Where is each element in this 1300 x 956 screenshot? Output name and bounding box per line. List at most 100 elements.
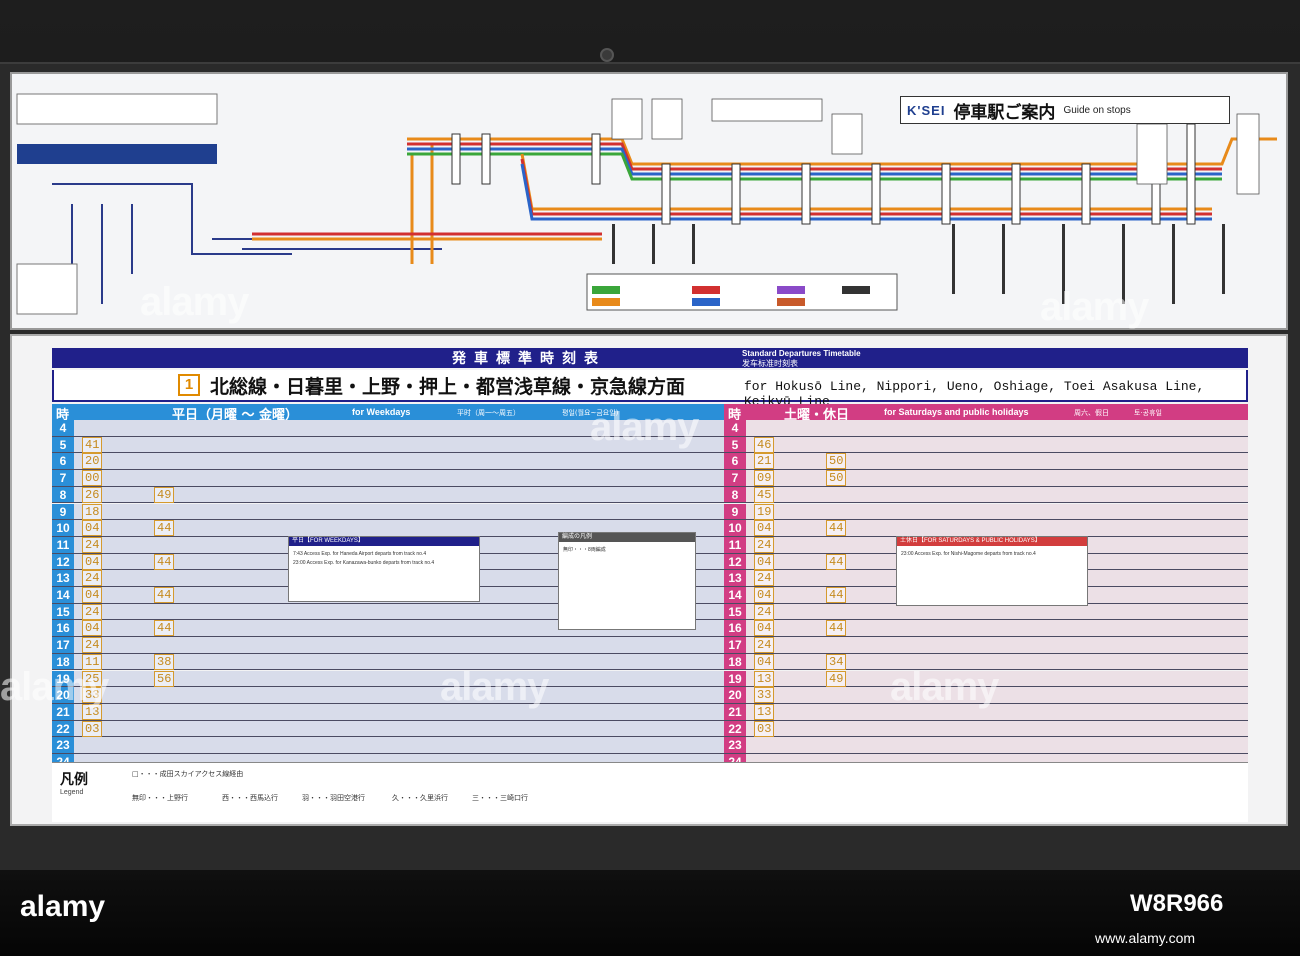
timetable-row: 7 00 bbox=[52, 470, 724, 487]
watermark-text: alamy bbox=[140, 280, 249, 324]
departure-minute: 44 bbox=[826, 520, 898, 537]
timetable-row: 21 13 bbox=[52, 703, 724, 721]
hour-cell: 17 bbox=[52, 637, 74, 653]
timetable-row: 10 04 44 bbox=[724, 520, 1248, 537]
timetable-row: 8 26 49 bbox=[52, 486, 724, 504]
weekday-notice: 平日【FOR WEEKDAYS】 7:43 Access Exp. for Ha… bbox=[288, 536, 480, 602]
timetable-row: 16 04 44 bbox=[724, 620, 1248, 638]
hour-cell: 11 bbox=[724, 536, 746, 553]
weekday-label-zh: 平时（周一～周五） bbox=[457, 409, 520, 417]
timetable-row: 15 24 bbox=[724, 603, 1248, 621]
holiday-label-ko: 토·공휴일 bbox=[1134, 409, 1162, 417]
departure-minute: 04 bbox=[82, 520, 154, 537]
stop-guide-title: K'SEI 停車駅ご案内 Guide on stops bbox=[900, 96, 1230, 124]
hour-cell: 19 bbox=[724, 670, 746, 687]
hour-cell: 7 bbox=[52, 470, 74, 486]
legend-item: 無印・・・上野行 bbox=[132, 794, 188, 802]
departure-minute: 38 bbox=[154, 653, 226, 670]
departure-minute: 50 bbox=[826, 470, 898, 487]
weekday-notice-line: 23:00 Access Exp. for Kanazawa-bunko dep… bbox=[293, 560, 435, 566]
hour-cell: 9 bbox=[724, 503, 746, 520]
car-formation-title: 編成の凡例 bbox=[559, 533, 695, 542]
minute-list: 04 34 bbox=[754, 653, 898, 670]
departure-minute: 44 bbox=[154, 620, 226, 637]
timetable-row: 18 11 38 bbox=[52, 653, 724, 671]
minute-list: 04 44 bbox=[754, 553, 898, 570]
departure-minute: 49 bbox=[826, 670, 898, 687]
departure-minute: 44 bbox=[826, 553, 898, 570]
minute-list: 00 bbox=[82, 470, 154, 487]
minute-list: 33 bbox=[754, 687, 826, 704]
hour-cell: 14 bbox=[52, 587, 74, 603]
minute-list: 24 bbox=[82, 637, 154, 654]
hour-cell: 10 bbox=[724, 520, 746, 536]
departure-minute: 44 bbox=[826, 587, 898, 603]
legend-item: 三・・・三崎口行 bbox=[472, 794, 528, 802]
photo-scene: K'SEI 停車駅ご案内 Guide on stops 発車標準時刻表 Stan… bbox=[0, 0, 1300, 956]
minute-list: 04 44 bbox=[754, 587, 898, 603]
minute-list: 09 50 bbox=[754, 470, 898, 487]
weekday-notice-title: 平日【FOR WEEKDAYS】 bbox=[289, 537, 479, 546]
hour-cell: 11 bbox=[52, 536, 74, 553]
hour-cell: 22 bbox=[724, 720, 746, 737]
timetable-row: 17 24 bbox=[724, 637, 1248, 654]
watermark-text: alamy bbox=[590, 405, 699, 449]
timetable-header: 発車標準時刻表 Standard Departures Timetable 发车… bbox=[52, 348, 1248, 368]
timetable-row: 23 bbox=[52, 737, 724, 754]
minute-list: 20 bbox=[82, 453, 154, 470]
minute-list: 41 bbox=[82, 436, 154, 453]
departure-minute: 56 bbox=[154, 670, 226, 687]
departure-minute: 00 bbox=[82, 470, 154, 487]
legend-area: 凡例 Legend □・・・成田スカイアクセス線経由 無印・・・上野行 西・・・… bbox=[52, 762, 1248, 822]
hour-cell: 9 bbox=[52, 503, 74, 520]
hour-cell: 6 bbox=[724, 453, 746, 470]
hour-cell: 18 bbox=[724, 653, 746, 670]
hour-cell: 22 bbox=[52, 720, 74, 737]
minute-list: 45 bbox=[754, 486, 826, 503]
car-formation-notice: 編成の凡例 無印・・・8両編成 bbox=[558, 532, 696, 630]
departure-minute: 44 bbox=[154, 520, 226, 537]
departure-minute: 13 bbox=[754, 670, 826, 687]
minute-list: 03 bbox=[82, 720, 154, 737]
legend-item: 久・・・久里浜行 bbox=[392, 794, 448, 802]
legend-item: □・・・成田スカイアクセス線経由 bbox=[132, 770, 244, 778]
car-formation-line: 無印・・・8両編成 bbox=[563, 547, 606, 553]
minute-list: 24 bbox=[754, 536, 826, 553]
weekday-notice-line: 7:43 Access Exp. for Haneda Airport depa… bbox=[293, 551, 427, 557]
destination-banner: 1 北総線・日暮里・上野・押上・都営浅草線・京急線方面 for Hokusō L… bbox=[52, 370, 1248, 409]
watermark-text: alamy bbox=[1040, 285, 1149, 329]
track-number-badge: 1 bbox=[178, 374, 200, 396]
watermark-text: alamy bbox=[890, 665, 999, 709]
hour-cell: 12 bbox=[724, 553, 746, 570]
timetable-row: 6 20 bbox=[52, 453, 724, 471]
minute-list: 24 bbox=[754, 603, 826, 620]
keisei-logo: K'SEI bbox=[907, 102, 946, 118]
hour-cell: 17 bbox=[724, 637, 746, 653]
departure-minute: 24 bbox=[82, 536, 154, 553]
departure-minute: 46 bbox=[754, 436, 826, 453]
hour-cell: 14 bbox=[724, 587, 746, 603]
departure-minute: 24 bbox=[754, 603, 826, 620]
hour-cell: 23 bbox=[52, 737, 74, 753]
minute-list: 13 bbox=[754, 703, 826, 720]
minute-list: 04 44 bbox=[754, 620, 898, 637]
minute-list: 24 bbox=[82, 536, 154, 553]
hour-cell: 7 bbox=[724, 470, 746, 486]
hour-cell: 13 bbox=[52, 570, 74, 586]
hour-cell: 8 bbox=[52, 486, 74, 503]
departure-minute: 26 bbox=[82, 486, 154, 503]
hour-cell: 5 bbox=[52, 436, 74, 453]
legend-subtitle: Legend bbox=[60, 789, 84, 796]
timetable-row: 5 46 bbox=[724, 436, 1248, 454]
hour-cell: 10 bbox=[52, 520, 74, 536]
holiday-label-zh: 周六、假日 bbox=[1074, 409, 1109, 417]
hour-cell: 21 bbox=[724, 703, 746, 720]
departure-minute: 44 bbox=[154, 553, 226, 570]
legend-title: 凡例 bbox=[60, 772, 88, 788]
departure-minute: 09 bbox=[754, 470, 826, 487]
hour-cell: 16 bbox=[52, 620, 74, 637]
departure-minute: 21 bbox=[754, 453, 826, 470]
departure-minute: 18 bbox=[82, 503, 154, 520]
watermark-text: alamy bbox=[440, 665, 549, 709]
timetable-row: 22 03 bbox=[724, 720, 1248, 738]
